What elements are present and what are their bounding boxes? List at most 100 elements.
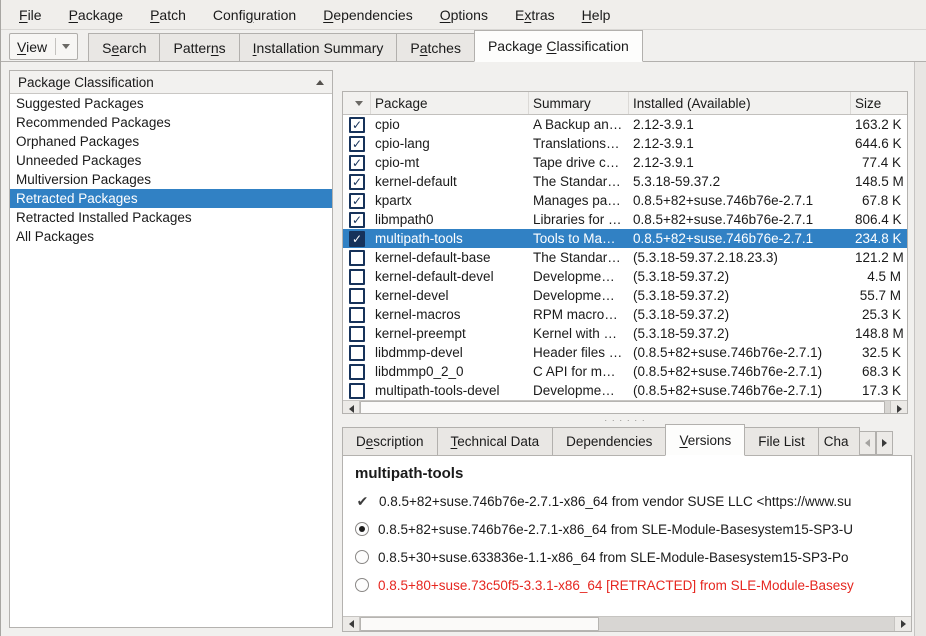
main-tab[interactable]: Installation Summary (239, 33, 398, 61)
menu-item[interactable]: Package (69, 7, 124, 23)
menu-item[interactable]: Help (582, 7, 611, 23)
version-state-icon[interactable] (355, 550, 369, 564)
view-menu-button[interactable]: View (9, 33, 78, 60)
detail-tab[interactable]: Technical Data (437, 427, 554, 455)
table-row[interactable]: cpio-lang Translations… 2.12-3.9.1 644.6… (343, 134, 907, 153)
detail-tab[interactable]: Dependencies (552, 427, 666, 455)
sidebar-item[interactable]: Unneeded Packages (10, 151, 332, 170)
package-checkbox[interactable] (349, 364, 365, 380)
scroll-left-button[interactable] (343, 617, 360, 631)
versions-horizontal-scrollbar[interactable] (343, 616, 911, 631)
table-row[interactable]: libmpath0 Libraries for … 0.8.5+82+suse.… (343, 210, 907, 229)
package-size: 121.2 M (851, 250, 907, 265)
version-row[interactable]: 0.8.5+30+suse.633836e-1.1-x86_64 from SL… (343, 543, 911, 571)
menu-item[interactable]: File (19, 7, 42, 23)
status-cell (343, 345, 371, 361)
tab-scroll-left-button[interactable] (859, 431, 876, 455)
menu-item[interactable]: Configuration (213, 7, 296, 23)
status-cell (343, 193, 371, 209)
table-header-summary[interactable]: Summary (529, 92, 629, 114)
package-name: cpio-lang (371, 136, 529, 151)
status-cell (343, 117, 371, 133)
scrollbar-thumb[interactable] (360, 401, 885, 414)
version-state-icon[interactable] (355, 578, 369, 592)
scroll-left-button[interactable] (343, 401, 360, 414)
sidebar-item[interactable]: Retracted Installed Packages (10, 208, 332, 227)
scroll-right-button[interactable] (894, 617, 911, 631)
package-checkbox[interactable] (349, 307, 365, 323)
table-row[interactable]: kpartx Manages pa… 0.8.5+82+suse.746b76e… (343, 191, 907, 210)
package-checkbox[interactable] (349, 269, 365, 285)
sidebar-item[interactable]: Orphaned Packages (10, 132, 332, 151)
table-row[interactable]: kernel-default-base The Standar… (5.3.18… (343, 248, 907, 267)
main-tab-bar: View Search Patterns Installation Summar… (1, 30, 926, 62)
detail-tab[interactable]: Versions (665, 424, 745, 456)
table-row[interactable]: kernel-preempt Kernel with … (5.3.18-59.… (343, 324, 907, 343)
package-version: (5.3.18-59.37.2) (629, 307, 851, 322)
table-header-size[interactable]: Size (851, 92, 907, 114)
version-row[interactable]: 0.8.5+80+suse.73c50f5-3.3.1-x86_64 [RETR… (343, 571, 911, 599)
package-checkbox[interactable] (349, 250, 365, 266)
menu-item[interactable]: Options (440, 7, 488, 23)
main-tab[interactable]: Package Classification (474, 30, 643, 62)
sidebar-item[interactable]: Recommended Packages (10, 113, 332, 132)
detail-tab[interactable]: File List (744, 427, 819, 455)
table-row[interactable]: multipath-tools Tools to Ma… 0.8.5+82+su… (343, 229, 907, 248)
menu-item-label: Package (69, 7, 124, 23)
package-checkbox[interactable] (349, 212, 365, 228)
menu-item[interactable]: Dependencies (323, 7, 413, 23)
main-tab[interactable]: Patterns (159, 33, 239, 61)
version-state-icon[interactable] (355, 494, 370, 509)
package-checkbox[interactable] (349, 326, 365, 342)
package-checkbox[interactable] (349, 117, 365, 133)
sidebar-item[interactable]: Suggested Packages (10, 94, 332, 113)
version-row[interactable]: 0.8.5+82+suse.746b76e-2.7.1-x86_64 from … (343, 515, 911, 543)
detail-tab[interactable]: Cha (818, 427, 860, 455)
status-cell (343, 288, 371, 304)
table-horizontal-scrollbar[interactable] (343, 400, 907, 414)
table-header-status-column[interactable] (343, 92, 371, 114)
menu-item[interactable]: Extras (515, 7, 555, 23)
package-name: multipath-tools-devel (371, 383, 529, 398)
table-row[interactable]: multipath-tools-devel Developme… (0.8.5+… (343, 381, 907, 400)
table-row[interactable]: kernel-default-devel Developme… (5.3.18-… (343, 267, 907, 286)
main-tab[interactable]: Search (88, 33, 160, 61)
table-row[interactable]: kernel-default The Standar… 5.3.18-59.37… (343, 172, 907, 191)
table-row[interactable]: kernel-devel Developme… (5.3.18-59.37.2)… (343, 286, 907, 305)
detail-tab[interactable]: Description (342, 427, 438, 455)
package-checkbox[interactable] (349, 231, 365, 247)
package-checkbox[interactable] (349, 136, 365, 152)
table-header-installed[interactable]: Installed (Available) (629, 92, 851, 114)
package-size: 68.3 K (851, 364, 907, 379)
table-row[interactable]: kernel-macros RPM macro… (5.3.18-59.37.2… (343, 305, 907, 324)
tab-label: Versions (679, 433, 731, 448)
classification-sidebar: Package Classification Suggested Package… (9, 70, 333, 628)
package-checkbox[interactable] (349, 288, 365, 304)
sidebar-item[interactable]: Retracted Packages (10, 189, 332, 208)
version-row[interactable]: 0.8.5+82+suse.746b76e-2.7.1-x86_64 from … (343, 487, 911, 515)
version-state-icon[interactable] (355, 522, 369, 536)
scrollbar-thumb[interactable] (360, 617, 599, 631)
package-checkbox[interactable] (349, 345, 365, 361)
package-summary: RPM macro… (529, 307, 629, 322)
table-row[interactable]: libdmmp-devel Header files … (0.8.5+82+s… (343, 343, 907, 362)
main-tab[interactable]: Patches (396, 33, 475, 61)
package-checkbox[interactable] (349, 193, 365, 209)
tab-scroll-right-button[interactable] (876, 431, 893, 455)
package-checkbox[interactable] (349, 383, 365, 399)
scroll-right-button[interactable] (890, 401, 907, 414)
package-checkbox[interactable] (349, 155, 365, 171)
package-size: 67.8 K (851, 193, 907, 208)
table-row[interactable]: cpio-mt Tape drive c… 2.12-3.9.1 77.4 K (343, 153, 907, 172)
pane-splitter-handle[interactable] (342, 414, 908, 425)
sidebar-item[interactable]: All Packages (10, 227, 332, 246)
table-body: cpio A Backup an… 2.12-3.9.1 163.2 K cpi… (343, 115, 907, 400)
table-row[interactable]: cpio A Backup an… 2.12-3.9.1 163.2 K (343, 115, 907, 134)
arrow-right-icon (882, 439, 887, 447)
package-checkbox[interactable] (349, 174, 365, 190)
table-header-package[interactable]: Package (371, 92, 529, 114)
sidebar-header[interactable]: Package Classification (10, 71, 332, 94)
menu-item[interactable]: Patch (150, 7, 186, 23)
table-row[interactable]: libdmmp0_2_0 C API for m… (0.8.5+82+suse… (343, 362, 907, 381)
sidebar-item[interactable]: Multiversion Packages (10, 170, 332, 189)
